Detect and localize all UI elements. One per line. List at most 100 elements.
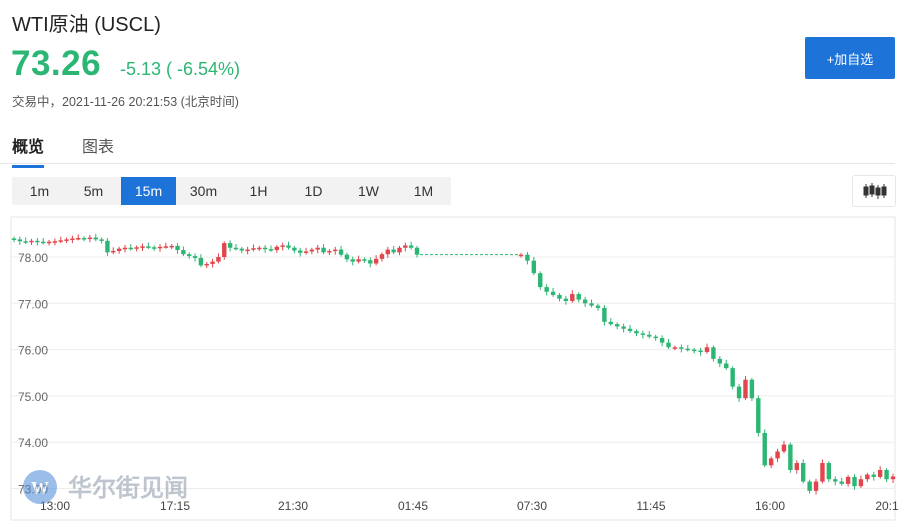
candle-body	[890, 476, 896, 480]
candle-body	[794, 463, 799, 470]
candle-body	[333, 249, 338, 252]
candle-body	[245, 249, 250, 252]
candle-body	[181, 250, 186, 255]
price-chart[interactable]: 78.0077.0076.0075.0074.0073.0013:0017:15…	[0, 216, 920, 524]
chart-type-button[interactable]	[852, 175, 896, 207]
x-tick-label: 21:30	[278, 499, 308, 513]
interval-5m[interactable]: 5m	[66, 177, 121, 205]
candle-body	[146, 246, 151, 248]
candle-body	[327, 250, 332, 253]
candle-body	[338, 249, 344, 255]
last-price: 73.26	[11, 44, 102, 83]
candle-body	[274, 246, 280, 251]
candle-body	[698, 350, 703, 353]
watermark-text: 华尔街见闻	[68, 474, 188, 502]
interval-1w[interactable]: 1W	[341, 177, 396, 205]
candle-body	[691, 349, 697, 352]
tab-chart[interactable]: 图表	[82, 133, 114, 157]
candle-body	[736, 386, 742, 399]
interval-1h[interactable]: 1H	[231, 177, 286, 205]
candle-body	[368, 260, 373, 264]
candle-body	[262, 247, 268, 250]
interval-1d[interactable]: 1D	[286, 177, 341, 205]
candle-body	[820, 463, 825, 482]
candle-body	[58, 240, 63, 242]
candlestick-icon	[863, 183, 887, 199]
y-tick-label: 75.00	[18, 390, 48, 404]
candle-body	[525, 254, 530, 261]
candle-body	[672, 347, 678, 349]
x-tick-label: 11:45	[636, 499, 665, 513]
candle-body	[23, 241, 28, 243]
y-tick-label: 78.00	[18, 251, 48, 265]
candle-body	[801, 463, 806, 482]
add-watchlist-button[interactable]: +加自选	[805, 37, 895, 79]
chart-axes: 78.0077.0076.0075.0074.0073.0013:0017:15…	[18, 251, 899, 513]
candle-body	[826, 463, 832, 480]
candle-body	[602, 307, 607, 322]
interval-30m[interactable]: 30m	[176, 177, 231, 205]
tab-bar: 概览 图表	[0, 125, 895, 168]
interval-selector: 1m 5m 15m 30m 1H 1D 1W 1M	[12, 177, 451, 205]
interval-1m-month[interactable]: 1M	[396, 177, 451, 205]
interval-15m[interactable]: 15m	[121, 177, 176, 205]
x-tick-label: 20:1	[875, 499, 899, 513]
candle-body	[192, 256, 198, 258]
candle-body	[397, 247, 402, 253]
candle-body	[582, 299, 588, 304]
candle-body	[659, 338, 665, 343]
x-tick-label: 07:30	[517, 499, 547, 513]
candle-body	[653, 336, 658, 339]
candle-body	[743, 379, 748, 399]
candle-body	[704, 347, 710, 352]
candle-body	[87, 237, 93, 240]
candle-body	[64, 239, 69, 241]
x-tick-label: 16:00	[755, 499, 785, 513]
candle-body	[210, 261, 215, 264]
candle-body	[362, 259, 367, 261]
candle-body	[379, 254, 385, 259]
candle-body	[576, 294, 581, 300]
candle-body	[749, 379, 755, 399]
candle-body	[140, 246, 145, 248]
interval-1m[interactable]: 1m	[12, 177, 67, 205]
candle-body	[99, 239, 104, 241]
candles	[11, 233, 896, 495]
candle-body	[303, 251, 309, 253]
candle-body	[350, 259, 355, 262]
candle-body	[373, 258, 379, 264]
candle-body	[268, 249, 274, 251]
candle-body	[122, 247, 128, 250]
candle-body	[70, 238, 75, 240]
candle-body	[871, 474, 876, 477]
tab-overview[interactable]: 概览	[12, 133, 45, 168]
candle-body	[852, 476, 857, 487]
candle-body	[570, 294, 575, 301]
candle-body	[93, 237, 98, 240]
candle-body	[315, 247, 320, 250]
instrument-title: WTI原油 (USCL)	[12, 14, 161, 36]
candle-body	[768, 458, 774, 466]
candle-body	[531, 260, 537, 274]
candle-body	[839, 481, 844, 484]
candle-body	[163, 246, 169, 248]
candle-body	[550, 291, 556, 295]
watermark: W 华尔街见闻	[23, 470, 188, 504]
candle-body	[557, 294, 562, 299]
candle-body	[216, 257, 221, 262]
candle-body	[151, 247, 157, 249]
candle-body	[292, 247, 297, 251]
candle-body	[187, 254, 192, 257]
candle-body	[833, 479, 838, 482]
candle-body	[717, 358, 723, 364]
candle-body	[11, 238, 17, 240]
candle-body	[621, 326, 626, 329]
candle-body	[29, 240, 34, 243]
candle-body	[76, 238, 81, 240]
candle-body	[239, 248, 244, 251]
candle-body	[685, 348, 690, 351]
candle-body	[563, 298, 569, 301]
candle-body	[309, 249, 315, 252]
candle-body	[627, 328, 633, 332]
svg-text:W: W	[31, 478, 49, 498]
